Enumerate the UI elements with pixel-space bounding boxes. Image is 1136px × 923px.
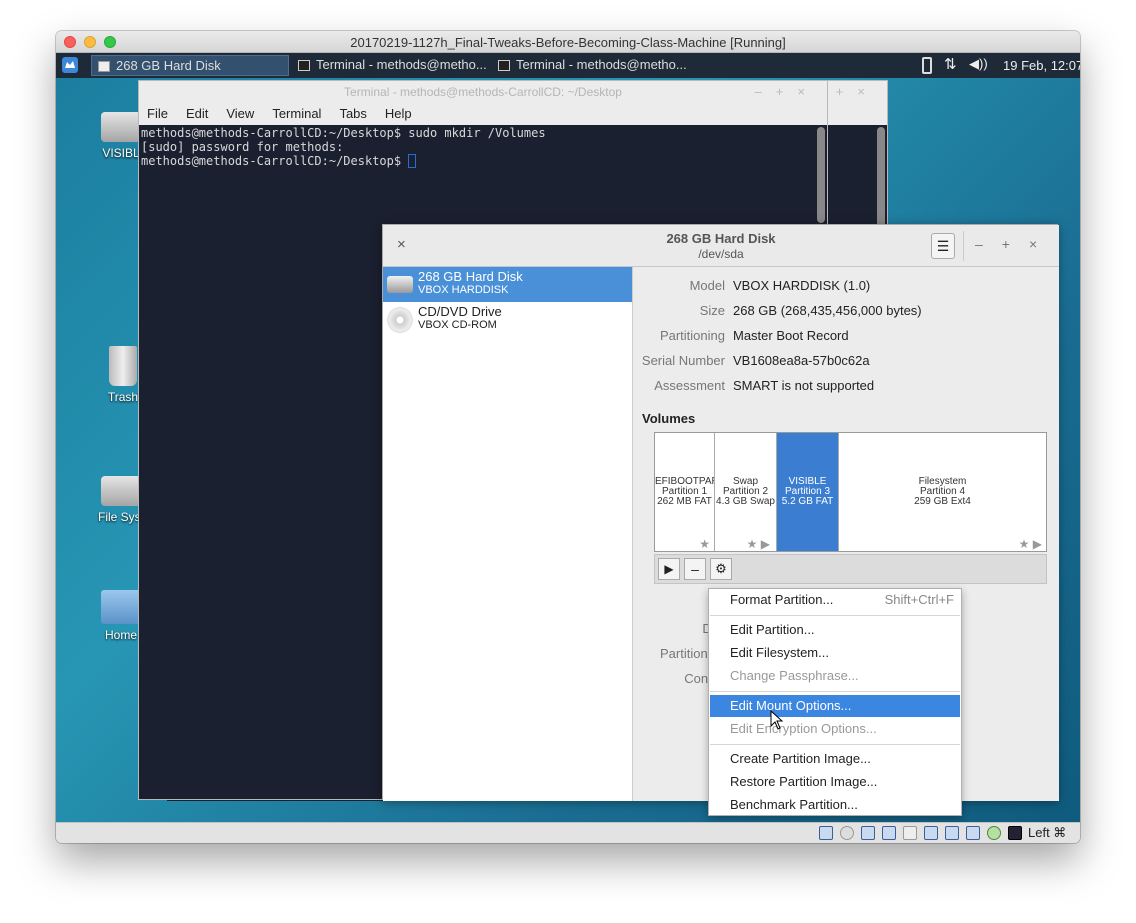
gears-icon[interactable]: ⚙ [710,558,732,580]
hamburger-menu-icon[interactable]: ☰ [931,233,955,259]
menu-help[interactable]: Help [385,103,421,125]
partition-context-menu: Format Partition... Shift+Ctrl+F Edit Par… [708,588,962,816]
trash-icon [109,346,137,386]
video-capture-icon[interactable] [966,826,980,840]
disks-headerbar: × 268 GB Hard Disk /dev/sda ☰ –+× [383,225,1059,267]
home-folder-icon [101,590,141,624]
menu-file[interactable]: File [147,103,177,125]
menu-item-edit-encryption-options[interactable]: Edit Encryption Options... [710,718,960,740]
task-terminal-1[interactable]: Terminal - methods@metho... [292,55,488,76]
scrollbar[interactable] [817,127,825,223]
star-play-icon: ★ ▶ [746,537,770,551]
harddisk-activity-icon[interactable] [819,826,833,840]
mount-play-button[interactable]: ▶ [658,558,680,580]
display-icon[interactable] [945,826,959,840]
optical-drive-icon[interactable] [840,826,854,840]
volume-partition-4[interactable]: Filesystem Partition 4 259 GB Ext4 ★ ▶ [839,433,1046,551]
terminal-title: Terminal - methods@methods-CarrollCD: ~/… [344,85,622,99]
vm-title: 20170219-1127h_Final-Tweaks-Before-Becom… [350,35,786,50]
vm-window: 20170219-1127h_Final-Tweaks-Before-Becom… [56,31,1080,843]
volumes-heading: Volumes [642,411,696,426]
vm-titlebar: 20170219-1127h_Final-Tweaks-Before-Becom… [56,31,1080,53]
menu-item-format-partition[interactable]: Format Partition... Shift+Ctrl+F [710,589,960,611]
menu-item-create-partition-image[interactable]: Create Partition Image... [710,748,960,770]
volume-partition-1[interactable]: EFIBOOTPARTPartition 1262 MB FAT ★ [655,433,715,551]
xfce-menu-icon[interactable] [62,57,78,73]
audio-icon[interactable] [861,826,875,840]
menu-item-restore-partition-image[interactable]: Restore Partition Image... [710,771,960,793]
volume-icon[interactable]: ◀)) [969,56,988,72]
drive-icon [101,476,141,506]
xfce-panel: 268 GB Hard Disk Terminal - methods@meth… [56,53,1080,78]
text-cursor [408,154,417,168]
task-terminal-2[interactable]: Terminal - methods@metho... [492,55,688,76]
cd-icon [387,307,413,333]
window-controls[interactable]: –+× [755,84,819,99]
harddisk-icon [387,276,413,293]
terminal-menubar: File Edit View Terminal Tabs Help [139,103,827,125]
star-play-icon: ★ ▶ [1018,537,1042,551]
shared-folders-icon[interactable] [924,826,938,840]
terminal-icon [498,60,510,71]
star-icon: ★ [699,537,710,551]
vbox-statusbar: Left ⌘ [56,822,1080,843]
menu-view[interactable]: View [226,103,263,125]
menu-edit[interactable]: Edit [186,103,217,125]
mouse-integration-icon[interactable] [1008,826,1022,840]
usb-icon[interactable] [903,826,917,840]
disk-subtitle: /dev/sda [698,247,744,261]
vt-x-icon[interactable] [987,826,1001,840]
terminal-icon [298,60,310,71]
network-icon[interactable]: ⇅ [944,55,957,73]
volume-toolbar: ▶ – ⚙ [654,554,1047,584]
delete-partition-button[interactable]: – [684,558,706,580]
disk-title: 268 GB Hard Disk [666,231,776,246]
network-adapter-icon[interactable] [882,826,896,840]
volume-partition-2[interactable]: Swap Partition 2 4.3 GB Swap ★ ▶ [715,433,777,551]
host-key-label: Left ⌘ [1028,825,1067,840]
device-item-cdrom[interactable]: CD/DVD Drive VBOX CD-ROM [383,302,632,337]
window-controls[interactable]: –+× [975,236,1056,252]
menu-tabs[interactable]: Tabs [339,103,375,125]
clock[interactable]: 19 Feb, 12:07 [1003,58,1080,73]
battery-icon[interactable] [922,57,932,74]
volume-map: EFIBOOTPARTPartition 1262 MB FAT ★ SwapP… [654,432,1047,552]
menu-item-benchmark-partition[interactable]: Benchmark Partition... [710,794,960,816]
mouse-pointer-icon [770,710,784,730]
disk-icon [98,61,110,72]
menu-item-edit-mount-options[interactable]: Edit Mount Options... [710,695,960,717]
menu-terminal[interactable]: Terminal [272,103,330,125]
volume-partition-3[interactable]: VISIBLE Partition 3 5.2 GB FAT [777,433,839,551]
scrollbar[interactable] [877,127,885,227]
drive-icon [101,112,141,142]
device-list: 268 GB Hard Disk VBOX HARDDISK CD/DVD Dr… [383,267,633,801]
task-disks[interactable]: 268 GB Hard Disk [91,55,289,76]
device-item-harddisk[interactable]: 268 GB Hard Disk VBOX HARDDISK [383,267,632,302]
menu-item-edit-filesystem[interactable]: Edit Filesystem... [710,642,960,664]
menu-item-edit-partition[interactable]: Edit Partition... [710,619,960,641]
desktop: VISIBL Trash File Syst Home –+× Terminal… [56,78,1080,822]
menu-item-change-passphrase[interactable]: Change Passphrase... [710,665,960,687]
